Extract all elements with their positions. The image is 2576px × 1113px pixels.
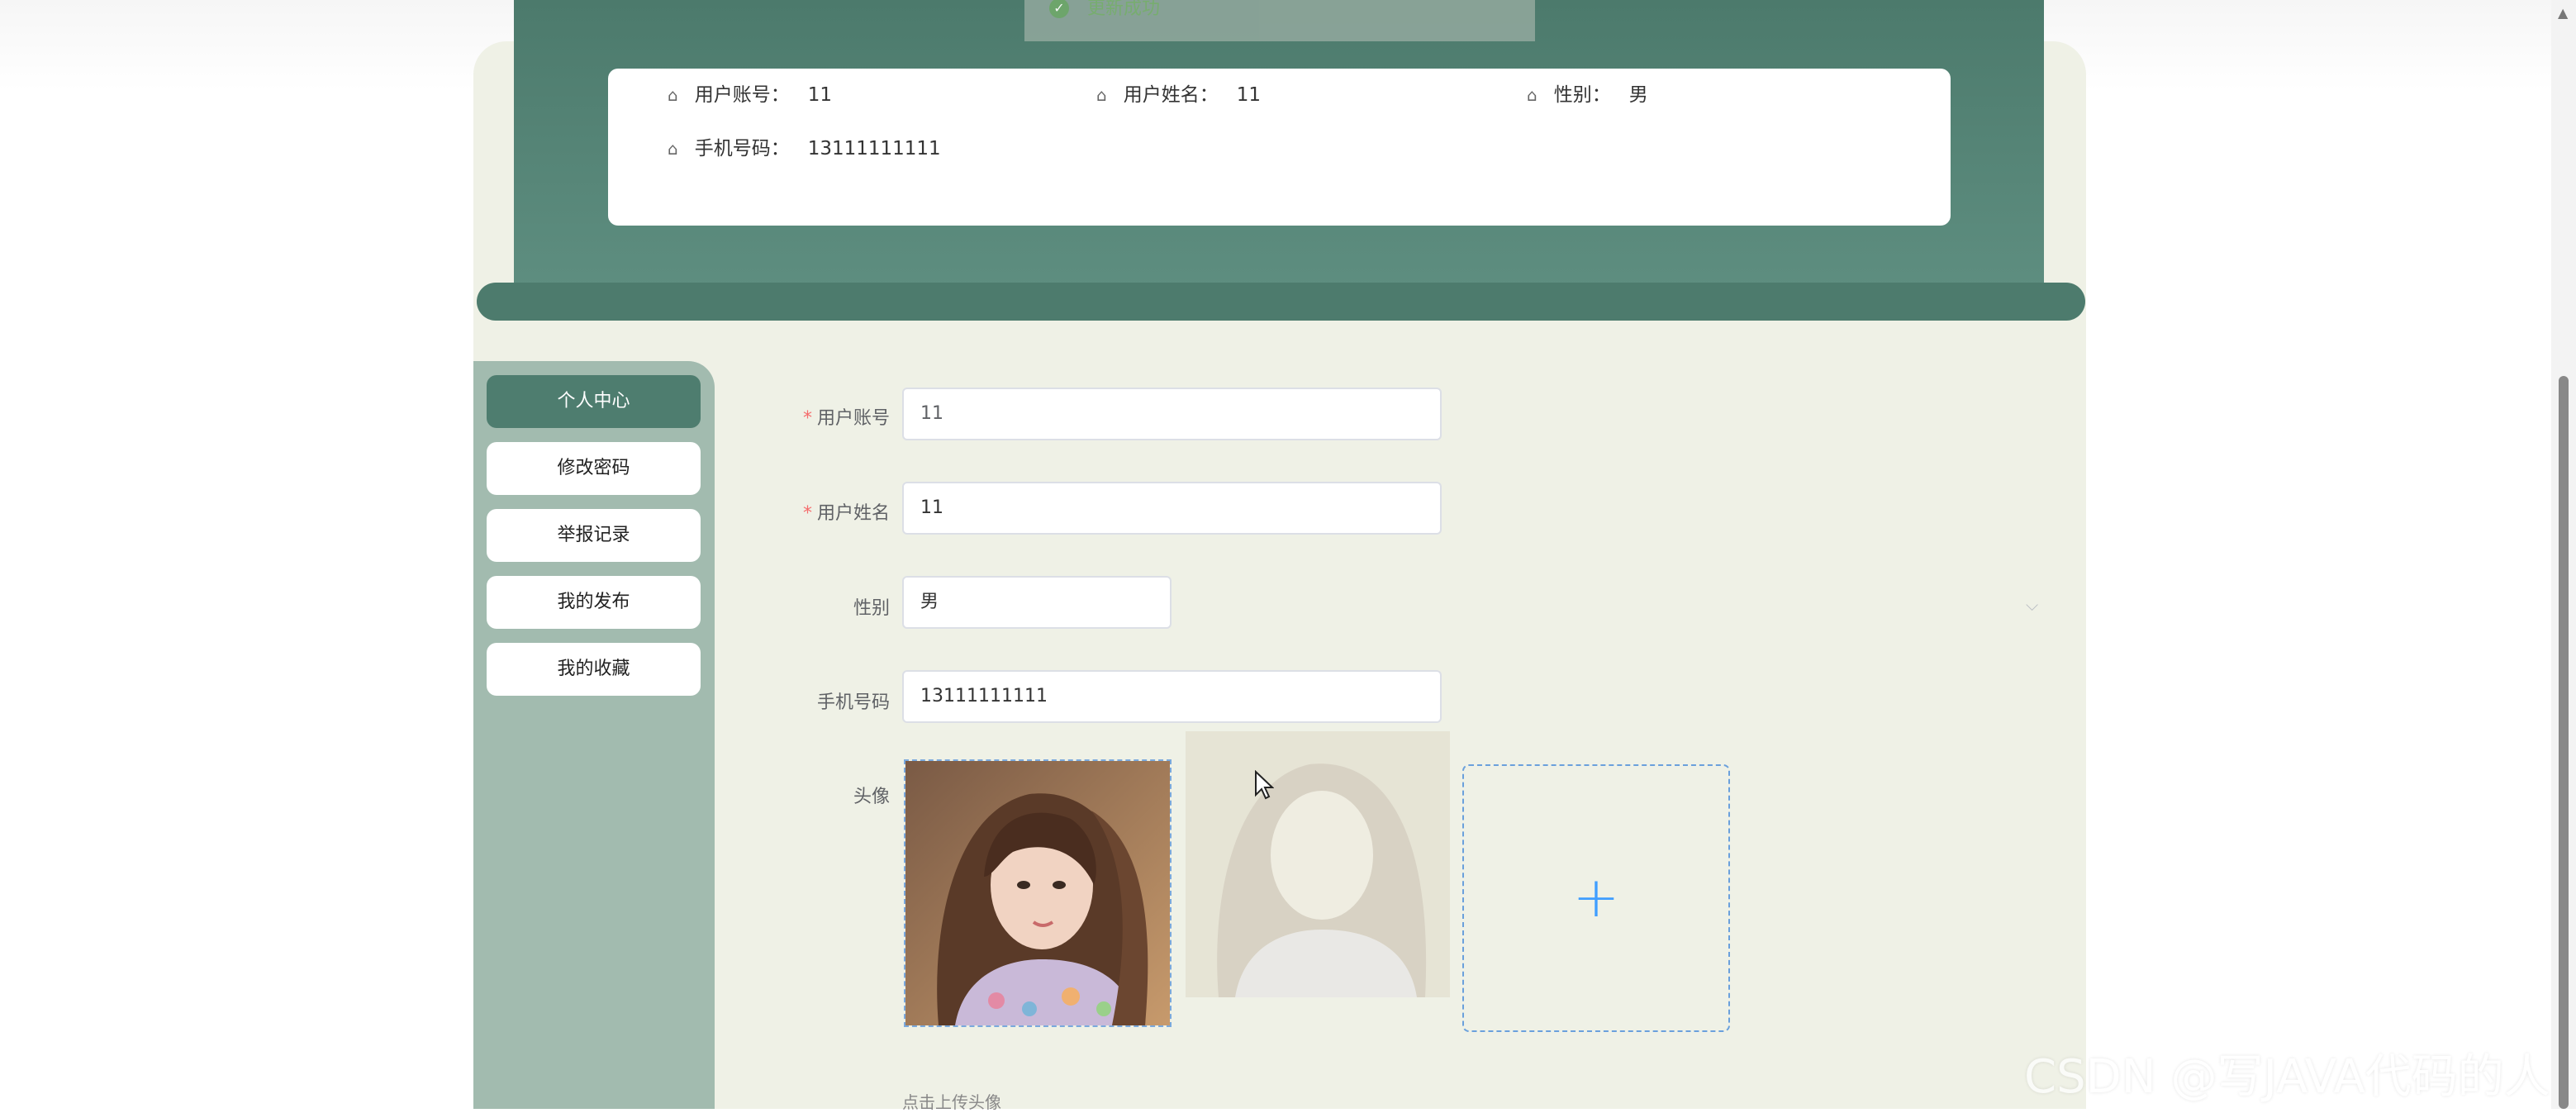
info-name: ⌂ 用户姓名： 11 xyxy=(1096,84,1261,106)
sidebar-item-my-favorites[interactable]: 我的收藏 xyxy=(487,643,701,696)
avatar-preview-image xyxy=(1186,731,1450,997)
info-name-value: 11 xyxy=(1236,84,1261,106)
avatar-drag-preview xyxy=(1186,731,1450,997)
avatar-portrait xyxy=(905,761,1170,1025)
sidebar-item-change-password[interactable]: 修改密码 xyxy=(487,442,701,495)
home-icon: ⌂ xyxy=(668,139,678,159)
required-mark: * xyxy=(802,503,812,524)
phone-label: 手机号码 xyxy=(816,692,890,713)
mouse-cursor-icon xyxy=(1254,769,1275,803)
gender-select[interactable]: 男 xyxy=(902,576,1172,629)
name-input[interactable]: 11 xyxy=(902,482,1442,535)
check-circle-icon: ✓ xyxy=(1049,0,1069,18)
info-account: ⌂ 用户账号： 11 xyxy=(668,84,832,106)
user-info-card: ⌂ 用户账号： 11 ⌂ 用户姓名： 11 ⌂ 性别：男 ⌂ 手机号码： 1311111111… xyxy=(608,69,1951,226)
account-input[interactable]: 11 xyxy=(902,388,1442,440)
sidebar-item-personal-center[interactable]: 个人中心 xyxy=(487,375,701,428)
home-icon: ⌂ xyxy=(668,85,678,105)
avatar-label: 头像 xyxy=(853,787,890,807)
home-icon: ⌂ xyxy=(1096,85,1107,105)
info-gender-value: 男 xyxy=(1628,84,1648,106)
info-account-value: 11 xyxy=(807,84,832,106)
phone-input[interactable]: 13111111111 xyxy=(902,670,1442,723)
sidebar: 个人中心 修改密码 举报记录 我的发布 我的收藏 xyxy=(473,361,715,1109)
page-scrollbar[interactable]: ▲ xyxy=(2551,0,2576,1109)
info-phone-value: 13111111111 xyxy=(807,138,941,159)
success-toast: ✓ 更新成功 xyxy=(1024,0,1535,41)
sidebar-item-my-posts[interactable]: 我的发布 xyxy=(487,576,701,629)
home-icon: ⌂ xyxy=(1527,85,1538,105)
plus-icon: + xyxy=(1572,865,1620,930)
toast-message: 更新成功 xyxy=(1087,0,1161,19)
gender-label: 性别 xyxy=(853,598,890,619)
avatar-image[interactable] xyxy=(904,759,1172,1027)
info-phone: ⌂ 手机号码： 13111111111 xyxy=(668,138,941,159)
avatar-upload-hint: 点击上传头像 xyxy=(902,1092,1001,1112)
account-label: * 用户账号 xyxy=(802,408,890,429)
name-label: * 用户姓名 xyxy=(802,503,890,524)
watermark: CSDN @写JAVA代码的人 xyxy=(2024,1050,2550,1104)
scroll-up-arrow-icon[interactable]: ▲ xyxy=(2558,5,2568,21)
avatar-upload-button[interactable]: + xyxy=(1462,764,1730,1032)
sidebar-item-report-records[interactable]: 举报记录 xyxy=(487,509,701,562)
banner-roll xyxy=(477,283,2085,321)
chevron-down-icon[interactable]: ⌵ xyxy=(2026,595,2038,615)
scrollbar-thumb[interactable] xyxy=(2559,376,2569,1109)
info-gender: ⌂ 性别：男 xyxy=(1527,84,1648,106)
required-mark: * xyxy=(802,408,812,429)
